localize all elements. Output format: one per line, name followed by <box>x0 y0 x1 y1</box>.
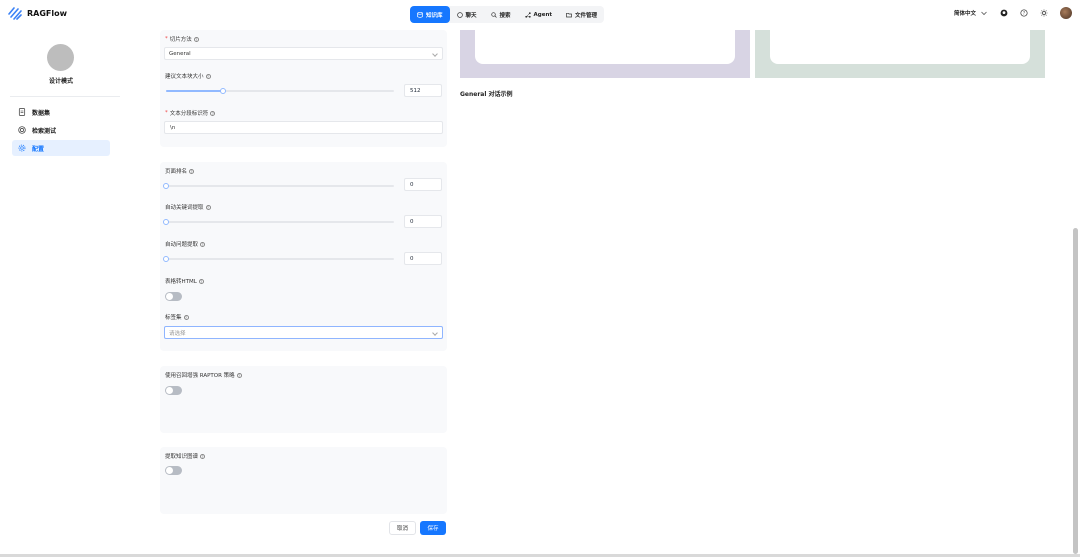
language-label: 简体中文 <box>953 11 976 17</box>
auto-keywords-label: 自动关键词提取 ? <box>165 204 211 211</box>
html4excel-label: 表格转HTML ? <box>165 278 204 285</box>
nav-item-knowledge-base[interactable]: 知识库 <box>410 6 450 23</box>
help-icon[interactable]: ? <box>189 168 195 174</box>
language-selector[interactable]: 简体中文 <box>954 9 988 17</box>
sidebar-item-label: 检索测试 <box>32 127 57 135</box>
auto-questions-label: 自动问题提取 ? <box>165 241 206 248</box>
extraction-settings-card: 页面排名 ? 0 自动关键词提取 ? 0 自动问题提取 ? 0 表格转HTML … <box>160 162 447 351</box>
graphrag-toggle[interactable] <box>165 466 182 475</box>
ragflow-logo-icon <box>8 7 22 20</box>
chevron-down-icon <box>981 11 987 16</box>
slider-handle[interactable] <box>163 256 169 262</box>
target-icon <box>18 126 26 134</box>
page-rank-input[interactable]: 0 <box>404 178 442 191</box>
sidebar-divider <box>10 96 120 97</box>
preview-image-left <box>460 30 750 78</box>
help-icon[interactable]: ? <box>200 241 206 247</box>
auto-keywords-slider[interactable] <box>163 219 394 225</box>
help-icon[interactable]: ? <box>198 278 204 284</box>
raptor-toggle[interactable] <box>165 386 182 395</box>
cancel-button[interactable]: 取消 <box>389 521 416 535</box>
sidebar: 设计模式 数据集 检索测试 配置 <box>0 30 122 557</box>
nav-item-label: 知识库 <box>426 12 443 19</box>
agent-icon <box>524 11 531 18</box>
slider-handle[interactable] <box>220 88 226 94</box>
auto-questions-input[interactable]: 0 <box>404 252 442 265</box>
slider-handle[interactable] <box>163 183 169 189</box>
chat-icon <box>456 11 463 18</box>
header-actions: 简体中文 ? <box>954 7 1072 19</box>
graphrag-label: 提取知识图谱 ? <box>165 453 206 460</box>
folder-icon <box>566 12 572 17</box>
save-button[interactable]: 保存 <box>420 521 446 535</box>
slider-handle[interactable] <box>163 219 169 225</box>
help-icon[interactable]: ? <box>236 372 242 378</box>
chevron-down-icon <box>432 51 438 57</box>
chunk-method-label: * 切片方法 ? <box>165 36 199 43</box>
help-icon[interactable]: ? <box>193 36 199 42</box>
tags-label: 标签集 ? <box>165 314 189 321</box>
logo[interactable]: RAGFlow <box>8 6 67 20</box>
nav-item-label: 聊天 <box>465 12 477 19</box>
delimiter-label: * 文本分段标识符 ? <box>165 110 216 117</box>
help-icon[interactable]: ? <box>205 204 211 210</box>
sidebar-item-settings[interactable]: 配置 <box>12 140 110 156</box>
top-bar: RAGFlow 知识库 聊天 搜索 Agent 文件管理 简体中文 ? <box>0 0 1080 30</box>
file-icon <box>18 108 26 116</box>
auto-keywords-input[interactable]: 0 <box>404 215 442 228</box>
chevron-down-icon <box>432 330 438 336</box>
nav-item-search[interactable]: 搜索 <box>484 6 518 23</box>
help-icon[interactable]: ? <box>210 110 216 116</box>
raptor-card: 使用召回增强 RAPTOR 策略 ? <box>160 366 447 433</box>
theme-sun-icon[interactable] <box>1040 9 1048 17</box>
chunk-size-input[interactable]: 512 <box>404 84 442 97</box>
app-name: RAGFlow <box>27 8 68 18</box>
nav-item-label: 文件管理 <box>575 12 598 19</box>
html4excel-toggle[interactable] <box>165 292 182 301</box>
knowledge-base-name: 设计模式 <box>48 78 73 85</box>
gear-icon <box>18 144 26 152</box>
raptor-label: 使用召回增强 RAPTOR 策略 ? <box>165 372 242 379</box>
preview-image-right <box>755 30 1045 78</box>
chunk-method-select[interactable]: General <box>164 47 443 60</box>
sidebar-item-label: 配置 <box>32 145 45 153</box>
example-title: General 对话示例 <box>460 91 513 98</box>
github-icon[interactable] <box>1000 9 1008 17</box>
search-icon <box>490 11 497 18</box>
page-rank-label: 页面排名 ? <box>165 168 195 175</box>
nav-item-label: 搜索 <box>499 12 511 19</box>
help-icon[interactable]: ? <box>1020 9 1028 17</box>
knowledge-base-avatar <box>47 44 74 71</box>
chunk-size-slider[interactable] <box>166 88 394 94</box>
nav-item-label: Agent <box>533 11 553 18</box>
svg-text:?: ? <box>1023 10 1025 15</box>
tags-select[interactable]: 请选择 <box>164 326 443 339</box>
nav-item-file-management[interactable]: 文件管理 <box>559 6 604 23</box>
auto-questions-slider[interactable] <box>163 256 394 262</box>
database-icon <box>417 11 423 18</box>
delimiter-input[interactable]: \n <box>164 121 443 134</box>
sidebar-item-dataset[interactable]: 数据集 <box>12 104 110 120</box>
sidebar-item-retrieval-test[interactable]: 检索测试 <box>12 122 110 138</box>
slider-fill <box>166 90 223 92</box>
scrollbar[interactable] <box>1073 228 1078 554</box>
help-icon[interactable]: ? <box>200 453 206 459</box>
nav-item-agent[interactable]: Agent <box>518 6 559 23</box>
help-icon[interactable]: ? <box>205 73 211 79</box>
help-icon[interactable]: ? <box>183 314 189 320</box>
preview-inner <box>475 30 735 64</box>
user-avatar[interactable] <box>1060 7 1072 19</box>
main-nav: 知识库 聊天 搜索 Agent 文件管理 <box>410 6 605 23</box>
preview-inner <box>770 30 1030 64</box>
graphrag-card: 提取知识图谱 ? <box>160 447 447 514</box>
sidebar-item-label: 数据集 <box>32 109 51 117</box>
nav-item-chat[interactable]: 聊天 <box>450 6 484 23</box>
page-rank-slider[interactable] <box>163 183 394 189</box>
chunk-settings-card: * 切片方法 ? General 建议文本块大小 ? 512 * 文本分段标识符… <box>160 30 447 147</box>
chunk-size-label: 建议文本块大小 ? <box>165 73 211 80</box>
